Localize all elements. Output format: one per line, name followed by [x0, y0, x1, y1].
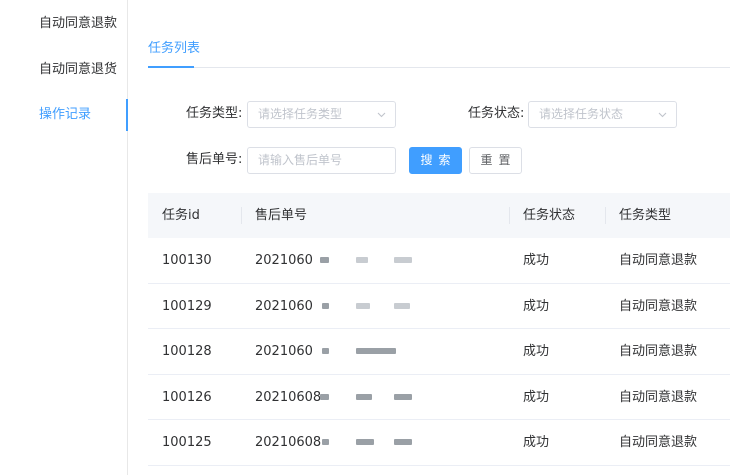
cell-task-type: 自动同意退款: [619, 253, 698, 268]
cell-aftersale-no: 2021060: [255, 344, 313, 359]
reset-button[interactable]: 重置: [469, 147, 522, 174]
cell-task-status: 成功: [523, 344, 550, 359]
task-table: 任务id 售后单号 任务状态 任务类型 100130 2021060 成功 自动…: [148, 193, 730, 466]
redacted-text: [394, 257, 412, 263]
cell-task-id: 100125: [162, 435, 212, 450]
table-row[interactable]: 100125 20210608 成功 自动同意退款: [148, 420, 730, 466]
aftersale-no-input[interactable]: 请输入售后单号: [247, 147, 396, 174]
cell-task-status: 成功: [523, 298, 550, 314]
column-divider: [241, 207, 242, 224]
cell-aftersale-no: 20210608: [255, 389, 322, 405]
table-header: 任务id 售后单号 任务状态 任务类型: [148, 193, 730, 238]
cell-task-type: 自动同意退款: [619, 298, 698, 314]
redacted-text: [320, 393, 329, 400]
cell-aftersale-no: 2021060: [255, 298, 313, 314]
table-row[interactable]: 100126 20210608 成功 自动同意退款: [148, 375, 730, 420]
redacted-text: [394, 302, 410, 309]
redacted-text: [356, 393, 372, 400]
cell-task-type: 自动同意退款: [619, 435, 698, 450]
aftersale-no-placeholder: 请输入售后单号: [258, 153, 343, 167]
cell-task-id: 100128: [162, 344, 212, 359]
cell-task-type: 自动同意退款: [619, 344, 698, 359]
redacted-text: [322, 302, 329, 309]
cell-task-id: 100130: [162, 253, 212, 268]
aftersale-no-label: 售后单号:: [186, 152, 243, 167]
column-divider: [509, 207, 510, 224]
table-row[interactable]: 100128 2021060 成功 自动同意退款: [148, 329, 730, 375]
redacted-text: [356, 257, 368, 263]
redacted-text: [394, 393, 412, 400]
redacted-text: [356, 302, 370, 309]
cell-task-id: 100126: [162, 389, 212, 405]
chevron-down-icon: [658, 110, 667, 119]
tab-bar: 任务列表: [148, 36, 730, 68]
sidebar-item-auto-return[interactable]: 自动同意退货: [0, 54, 128, 86]
redacted-text: [356, 439, 374, 445]
redacted-text: [394, 439, 412, 445]
table-row[interactable]: 100129 2021060 成功 自动同意退款: [148, 284, 730, 329]
cell-task-type: 自动同意退款: [619, 389, 698, 405]
table-row[interactable]: 100130 2021060 成功 自动同意退款: [148, 238, 730, 284]
redacted-text: [322, 348, 329, 354]
task-status-placeholder: 请选择任务状态: [539, 107, 624, 121]
sidebar: 自动同意退款 自动同意退货 操作记录: [0, 0, 128, 475]
cell-task-status: 成功: [523, 389, 550, 405]
redacted-text: [322, 439, 329, 445]
task-type-placeholder: 请选择任务类型: [258, 107, 343, 121]
task-status-label: 任务状态:: [468, 106, 525, 121]
tab-task-list[interactable]: 任务列表: [148, 36, 200, 68]
cell-task-status: 成功: [523, 435, 550, 450]
redacted-text: [320, 257, 329, 263]
column-header-task-type: 任务类型: [619, 208, 672, 223]
chevron-down-icon: [377, 110, 386, 119]
cell-task-status: 成功: [523, 253, 550, 268]
cell-aftersale-no: 20210608: [255, 435, 322, 450]
column-header-task-id: 任务id: [162, 208, 200, 223]
task-type-label: 任务类型:: [186, 106, 243, 121]
task-type-select[interactable]: 请选择任务类型: [247, 101, 396, 128]
task-status-select[interactable]: 请选择任务状态: [528, 101, 677, 128]
cell-aftersale-no: 2021060: [255, 253, 313, 268]
column-header-aftersale-no: 售后单号: [255, 208, 308, 223]
column-divider: [605, 207, 606, 224]
redacted-text: [356, 348, 396, 354]
tab-active-indicator: [148, 66, 194, 68]
sidebar-item-auto-refund[interactable]: 自动同意退款: [0, 8, 128, 40]
sidebar-item-operation-log[interactable]: 操作记录: [0, 99, 128, 131]
column-header-task-status: 任务状态: [523, 208, 576, 223]
cell-task-id: 100129: [162, 298, 212, 314]
search-button[interactable]: 搜索: [409, 147, 462, 174]
